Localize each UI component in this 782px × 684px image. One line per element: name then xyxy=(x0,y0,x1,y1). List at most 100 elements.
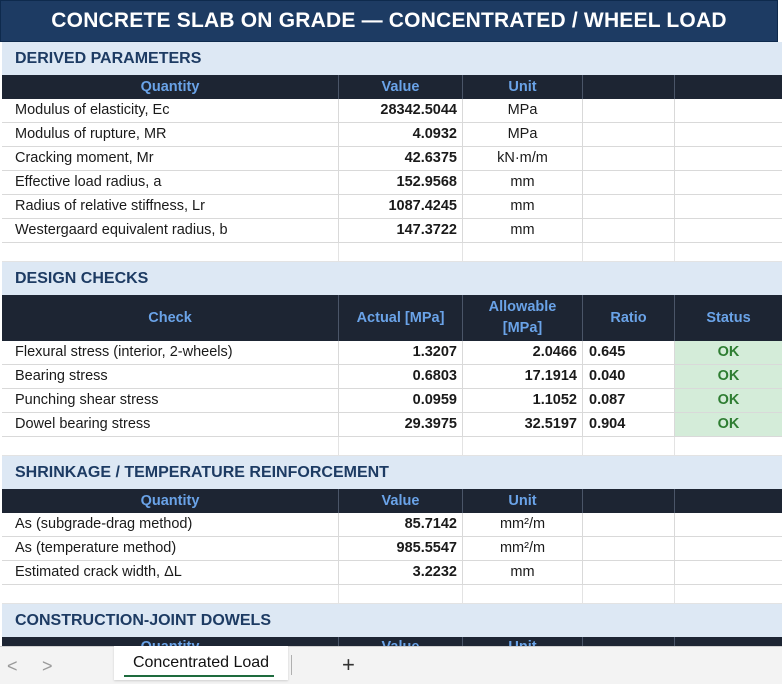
check-label-cell[interactable]: Punching shear stress xyxy=(2,389,339,412)
empty-cell[interactable] xyxy=(675,513,782,536)
value-cell[interactable]: 4.0932 xyxy=(339,123,463,146)
unit-cell[interactable]: mm xyxy=(463,561,583,584)
check-label-cell[interactable]: Dowel bearing stress xyxy=(2,413,339,436)
allowable-cell[interactable]: 1.1052 xyxy=(463,389,583,412)
ratio-cell[interactable]: 0.040 xyxy=(583,365,675,388)
status-badge[interactable]: OK xyxy=(675,413,782,436)
check-label-cell[interactable]: Bearing stress xyxy=(2,365,339,388)
dowels-col-value[interactable]: Value xyxy=(339,637,463,646)
status-badge[interactable]: OK xyxy=(675,341,782,364)
sheet-tab-concentrated-load[interactable]: Concentrated Load xyxy=(114,646,288,680)
quantity-label-cell[interactable]: Modulus of elasticity, Ec xyxy=(2,99,339,122)
chevron-right-icon[interactable]: > xyxy=(42,656,53,677)
derived-col-unit[interactable]: Unit xyxy=(463,75,583,99)
active-tab-underline xyxy=(124,675,274,677)
dowels-col-empty-2[interactable] xyxy=(675,637,782,646)
blank-row[interactable] xyxy=(2,437,782,456)
checks-col-check[interactable]: Check xyxy=(2,295,339,341)
section-design-checks[interactable]: DESIGN CHECKS xyxy=(2,262,782,295)
add-sheet-icon[interactable]: + xyxy=(342,652,355,678)
section-shrinkage-reinforcement[interactable]: SHRINKAGE / TEMPERATURE REINFORCEMENT xyxy=(2,456,782,489)
derived-col-empty-1[interactable] xyxy=(583,75,675,99)
value-cell[interactable]: 985.5547 xyxy=(339,537,463,560)
unit-cell[interactable]: mm xyxy=(463,219,583,242)
ratio-cell[interactable]: 0.904 xyxy=(583,413,675,436)
empty-cell[interactable] xyxy=(583,195,675,218)
empty-cell[interactable] xyxy=(675,219,782,242)
status-badge[interactable]: OK xyxy=(675,365,782,388)
quantity-label-cell[interactable]: Radius of relative stiffness, Lr xyxy=(2,195,339,218)
quantity-label-cell[interactable]: Effective load radius, a xyxy=(2,171,339,194)
empty-cell[interactable] xyxy=(675,123,782,146)
value-cell[interactable]: 1087.4245 xyxy=(339,195,463,218)
sheet-tab-bar: < > Concentrated Load + xyxy=(0,646,782,684)
checks-col-status[interactable]: Status xyxy=(675,295,782,341)
shrinkage-col-unit[interactable]: Unit xyxy=(463,489,583,513)
value-cell[interactable]: 147.3722 xyxy=(339,219,463,242)
sheet-title[interactable]: CONCRETE SLAB ON GRADE — CONCENTRATED / … xyxy=(0,0,778,42)
empty-cell[interactable] xyxy=(583,219,675,242)
checks-col-ratio[interactable]: Ratio xyxy=(583,295,675,341)
allowable-cell[interactable]: 32.5197 xyxy=(463,413,583,436)
ratio-cell[interactable]: 0.645 xyxy=(583,341,675,364)
ratio-cell[interactable]: 0.087 xyxy=(583,389,675,412)
empty-cell[interactable] xyxy=(675,537,782,560)
actual-cell[interactable]: 1.3207 xyxy=(339,341,463,364)
checks-col-actual[interactable]: Actual [MPa] xyxy=(339,295,463,341)
checks-col-allowable[interactable]: Allowable [MPa] xyxy=(463,295,583,341)
chevron-left-icon[interactable]: < xyxy=(7,656,18,677)
unit-cell[interactable]: mm xyxy=(463,195,583,218)
empty-cell[interactable] xyxy=(675,147,782,170)
empty-cell[interactable] xyxy=(583,513,675,536)
actual-cell[interactable]: 0.6803 xyxy=(339,365,463,388)
blank-row[interactable] xyxy=(2,243,782,262)
dowels-col-quantity[interactable]: Quantity xyxy=(2,637,339,646)
empty-cell[interactable] xyxy=(583,537,675,560)
status-badge[interactable]: OK xyxy=(675,389,782,412)
empty-cell[interactable] xyxy=(583,561,675,584)
dowels-col-unit[interactable]: Unit xyxy=(463,637,583,646)
value-cell[interactable]: 3.2232 xyxy=(339,561,463,584)
quantity-label-cell[interactable]: Modulus of rupture, MR xyxy=(2,123,339,146)
quantity-label-cell[interactable]: Estimated crack width, ΔL xyxy=(2,561,339,584)
section-construction-joint-dowels[interactable]: CONSTRUCTION-JOINT DOWELS xyxy=(2,604,782,637)
quantity-label-cell[interactable]: As (subgrade-drag method) xyxy=(2,513,339,536)
empty-cell[interactable] xyxy=(675,195,782,218)
empty-cell[interactable] xyxy=(583,123,675,146)
dowels-col-empty-1[interactable] xyxy=(583,637,675,646)
empty-cell[interactable] xyxy=(583,171,675,194)
derived-col-value[interactable]: Value xyxy=(339,75,463,99)
unit-cell[interactable]: MPa xyxy=(463,123,583,146)
value-cell[interactable]: 85.7142 xyxy=(339,513,463,536)
unit-cell[interactable]: kN·m/m xyxy=(463,147,583,170)
value-cell[interactable]: 42.6375 xyxy=(339,147,463,170)
allowable-cell[interactable]: 2.0466 xyxy=(463,341,583,364)
unit-cell[interactable]: mm²/m xyxy=(463,513,583,536)
derived-col-empty-2[interactable] xyxy=(675,75,782,99)
spreadsheet-grid[interactable]: CONCRETE SLAB ON GRADE — CONCENTRATED / … xyxy=(0,0,782,646)
quantity-label-cell[interactable]: Cracking moment, Mr xyxy=(2,147,339,170)
unit-cell[interactable]: mm xyxy=(463,171,583,194)
check-label-cell[interactable]: Flexural stress (interior, 2-wheels) xyxy=(2,341,339,364)
empty-cell[interactable] xyxy=(675,171,782,194)
shrinkage-col-value[interactable]: Value xyxy=(339,489,463,513)
unit-cell[interactable]: mm²/m xyxy=(463,537,583,560)
shrinkage-col-quantity[interactable]: Quantity xyxy=(2,489,339,513)
empty-cell[interactable] xyxy=(583,147,675,170)
allowable-cell[interactable]: 17.1914 xyxy=(463,365,583,388)
empty-cell[interactable] xyxy=(675,561,782,584)
derived-col-quantity[interactable]: Quantity xyxy=(2,75,339,99)
section-derived-parameters[interactable]: DERIVED PARAMETERS xyxy=(2,42,782,75)
empty-cell[interactable] xyxy=(675,99,782,122)
actual-cell[interactable]: 0.0959 xyxy=(339,389,463,412)
quantity-label-cell[interactable]: Westergaard equivalent radius, b xyxy=(2,219,339,242)
unit-cell[interactable]: MPa xyxy=(463,99,583,122)
empty-cell[interactable] xyxy=(583,99,675,122)
value-cell[interactable]: 152.9568 xyxy=(339,171,463,194)
shrinkage-col-empty-2[interactable] xyxy=(675,489,782,513)
blank-row[interactable] xyxy=(2,585,782,604)
actual-cell[interactable]: 29.3975 xyxy=(339,413,463,436)
value-cell[interactable]: 28342.5044 xyxy=(339,99,463,122)
shrinkage-col-empty-1[interactable] xyxy=(583,489,675,513)
quantity-label-cell[interactable]: As (temperature method) xyxy=(2,537,339,560)
